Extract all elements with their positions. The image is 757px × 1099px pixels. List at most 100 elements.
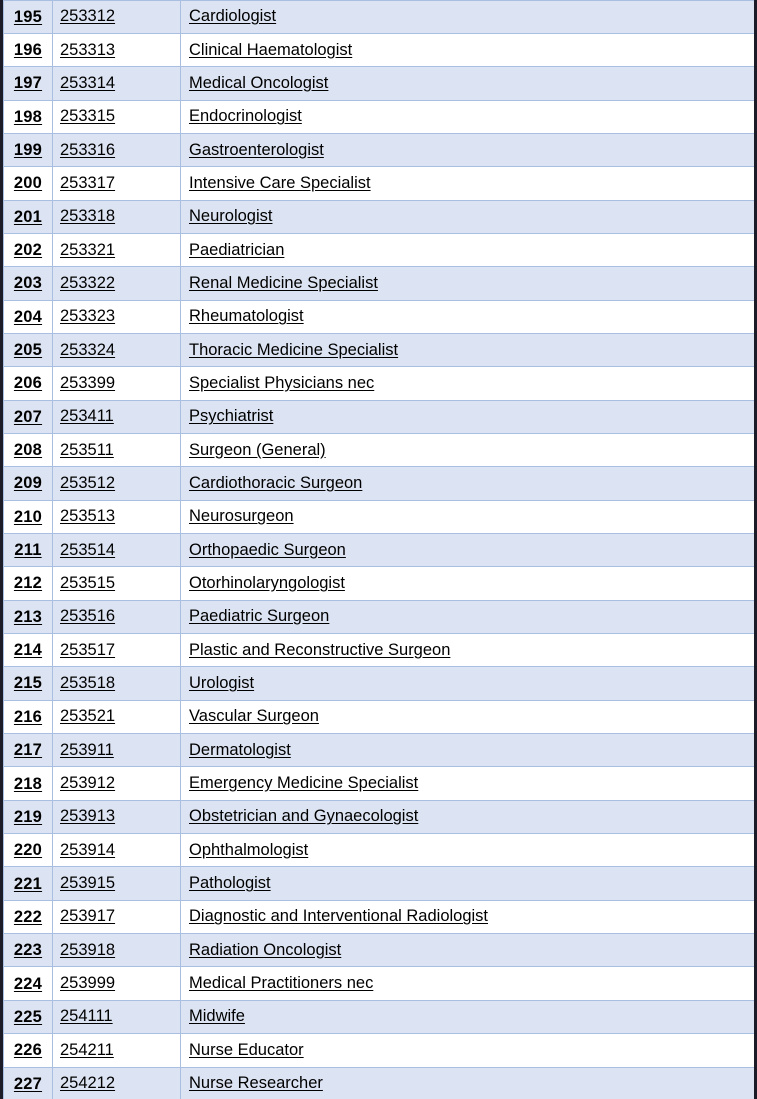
table-row[interactable]: 200 253317 Intensive Care Specialist	[3, 166, 754, 201]
row-index-cell[interactable]: 209	[3, 466, 53, 501]
table-row[interactable]: 207 253411 Psychiatrist	[3, 399, 754, 434]
row-index-cell[interactable]: 222	[3, 899, 53, 935]
table-row[interactable]: 203 253322 Renal Medicine Specialist	[3, 266, 754, 301]
occupation-title-cell[interactable]: Renal Medicine Specialist	[180, 266, 754, 301]
row-index-cell[interactable]: 214	[3, 633, 53, 668]
row-index-cell[interactable]: 208	[3, 432, 53, 468]
occupation-code-cell[interactable]: 253316	[52, 132, 181, 168]
occupation-title-cell[interactable]: Surgeon (General)	[180, 432, 754, 468]
occupation-code-cell[interactable]: 253917	[52, 899, 181, 935]
occupation-title-cell[interactable]: Medical Oncologist	[180, 66, 754, 101]
occupation-code-cell[interactable]: 253516	[52, 599, 181, 635]
occupation-title-cell[interactable]: Cardiothoracic Surgeon	[180, 466, 754, 501]
table-row[interactable]: 222 253917 Diagnostic and Interventional R…	[3, 899, 754, 935]
occupation-code-cell[interactable]: 254211	[52, 1033, 181, 1068]
occupation-code-cell[interactable]: 253313	[52, 32, 181, 68]
row-index-cell[interactable]: 196	[3, 32, 53, 68]
row-index-cell[interactable]: 212	[3, 566, 53, 601]
table-row[interactable]: 215 253518 Urologist	[3, 666, 754, 701]
occupation-code-cell[interactable]: 253913	[52, 799, 181, 835]
occupation-code-cell[interactable]: 253318	[52, 199, 181, 234]
row-index-cell[interactable]: 211	[3, 532, 53, 568]
row-index-cell[interactable]: 203	[3, 266, 53, 301]
table-row[interactable]: 204 253323 Rheumatologist	[3, 299, 754, 334]
row-index-cell[interactable]: 218	[3, 766, 53, 801]
occupation-code-cell[interactable]: 253321	[52, 232, 181, 268]
table-row[interactable]: 212 253515 Otorhinolaryngologist	[3, 566, 754, 601]
row-index-cell[interactable]: 223	[3, 933, 53, 968]
row-index-cell[interactable]: 227	[3, 1066, 53, 1099]
table-row[interactable]: 218 253912 Emergency Medicine Specialist	[3, 766, 754, 801]
occupation-title-cell[interactable]: Nurse Researcher	[180, 1066, 754, 1099]
occupation-code-cell[interactable]: 253999	[52, 966, 181, 1001]
table-row[interactable]: 202 253321 Paediatrician	[3, 232, 754, 268]
occupation-title-cell[interactable]: Neurosurgeon	[180, 499, 754, 535]
row-index-cell[interactable]: 195	[3, 0, 53, 34]
table-row[interactable]: 209 253512 Cardiothoracic Surgeon	[3, 466, 754, 501]
occupation-title-cell[interactable]: Specialist Physicians nec	[180, 366, 754, 401]
row-index-cell[interactable]: 206	[3, 366, 53, 401]
occupation-title-cell[interactable]: Gastroenterologist	[180, 132, 754, 168]
table-row[interactable]: 224 253999 Medical Practitioners nec	[3, 966, 754, 1001]
row-index-cell[interactable]: 200	[3, 166, 53, 201]
table-row[interactable]: 216 253521 Vascular Surgeon	[3, 699, 754, 735]
occupation-code-cell[interactable]: 253411	[52, 399, 181, 434]
table-row[interactable]: 214 253517 Plastic and Reconstructive Surg…	[3, 633, 754, 668]
row-index-cell[interactable]: 201	[3, 199, 53, 234]
occupation-title-cell[interactable]: Orthopaedic Surgeon	[180, 532, 754, 568]
table-row[interactable]: 223 253918 Radiation Oncologist	[3, 933, 754, 968]
occupation-code-cell[interactable]: 253915	[52, 866, 181, 901]
row-index-cell[interactable]: 204	[3, 299, 53, 334]
occupation-code-cell[interactable]: 253312	[52, 0, 181, 34]
occupation-title-cell[interactable]: Nurse Educator	[180, 1033, 754, 1068]
table-scroll-viewport[interactable]: 195 253312 Cardiologist 196 253313 Clinical H…	[3, 0, 754, 1099]
occupation-code-cell[interactable]: 253912	[52, 766, 181, 801]
occupation-title-cell[interactable]: Diagnostic and Interventional Radiologis…	[180, 899, 754, 935]
occupation-title-cell[interactable]: Dermatologist	[180, 733, 754, 768]
row-index-cell[interactable]: 225	[3, 999, 53, 1035]
occupation-code-cell[interactable]: 253513	[52, 499, 181, 535]
occupation-title-cell[interactable]: Vascular Surgeon	[180, 699, 754, 735]
table-row[interactable]: 206 253399 Specialist Physicians nec	[3, 366, 754, 401]
table-row[interactable]: 210 253513 Neurosurgeon	[3, 499, 754, 535]
row-index-cell[interactable]: 220	[3, 833, 53, 868]
row-index-cell[interactable]: 205	[3, 332, 53, 368]
table-row[interactable]: 199 253316 Gastroenterologist	[3, 132, 754, 168]
occupation-code-cell[interactable]: 254212	[52, 1066, 181, 1099]
row-index-cell[interactable]: 207	[3, 399, 53, 434]
row-index-cell[interactable]: 202	[3, 232, 53, 268]
row-index-cell[interactable]: 219	[3, 799, 53, 835]
occupation-title-cell[interactable]: Cardiologist	[180, 0, 754, 34]
table-row[interactable]: 213 253516 Paediatric Surgeon	[3, 599, 754, 635]
row-index-cell[interactable]: 199	[3, 132, 53, 168]
table-row[interactable]: 197 253314 Medical Oncologist	[3, 66, 754, 101]
occupation-code-cell[interactable]: 253914	[52, 833, 181, 868]
occupation-code-cell[interactable]: 253317	[52, 166, 181, 201]
occupation-code-cell[interactable]: 253515	[52, 566, 181, 601]
occupation-title-cell[interactable]: Medical Practitioners nec	[180, 966, 754, 1001]
row-index-cell[interactable]: 216	[3, 699, 53, 735]
table-row[interactable]: 226 254211 Nurse Educator	[3, 1033, 754, 1068]
table-row[interactable]: 198 253315 Endocrinologist	[3, 99, 754, 134]
table-row[interactable]: 205 253324 Thoracic Medicine Specialist	[3, 332, 754, 368]
occupation-title-cell[interactable]: Clinical Haematologist	[180, 32, 754, 68]
occupation-title-cell[interactable]: Rheumatologist	[180, 299, 754, 334]
occupation-title-cell[interactable]: Psychiatrist	[180, 399, 754, 434]
occupation-title-cell[interactable]: Radiation Oncologist	[180, 933, 754, 968]
occupation-code-cell[interactable]: 253514	[52, 532, 181, 568]
occupation-code-cell[interactable]: 253511	[52, 432, 181, 468]
table-row[interactable]: 195 253312 Cardiologist	[3, 0, 754, 34]
row-index-cell[interactable]: 224	[3, 966, 53, 1001]
table-row[interactable]: 225 254111 Midwife	[3, 999, 754, 1035]
occupation-title-cell[interactable]: Neurologist	[180, 199, 754, 234]
occupation-title-cell[interactable]: Endocrinologist	[180, 99, 754, 134]
occupation-title-cell[interactable]: Otorhinolaryngologist	[180, 566, 754, 601]
row-index-cell[interactable]: 197	[3, 66, 53, 101]
occupation-code-cell[interactable]: 253322	[52, 266, 181, 301]
occupation-title-cell[interactable]: Obstetrician and Gynaecologist	[180, 799, 754, 835]
occupation-title-cell[interactable]: Plastic and Reconstructive Surgeon	[180, 633, 754, 668]
occupation-code-cell[interactable]: 253399	[52, 366, 181, 401]
occupation-title-cell[interactable]: Paediatrician	[180, 232, 754, 268]
occupation-code-cell[interactable]: 253314	[52, 66, 181, 101]
row-index-cell[interactable]: 226	[3, 1033, 53, 1068]
